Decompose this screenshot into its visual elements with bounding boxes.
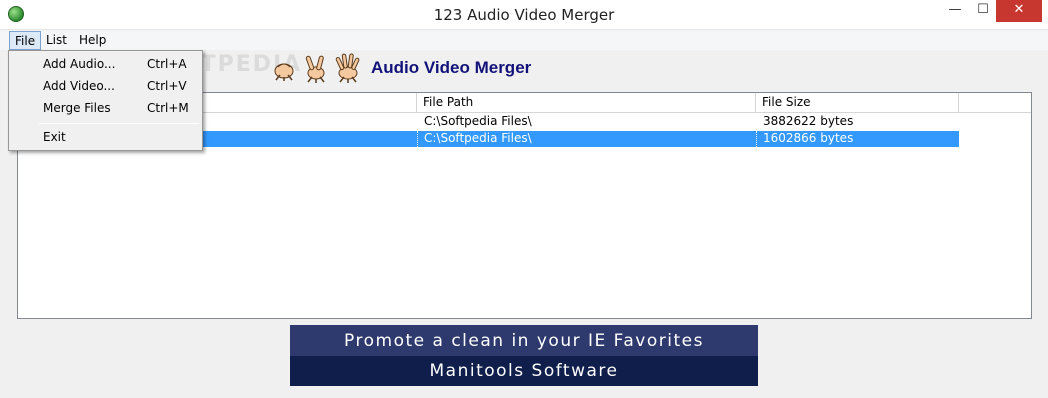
menu-item-shortcut: Ctrl+A <box>147 57 187 71</box>
banner-vendor-text[interactable]: Manitools Software <box>290 356 758 386</box>
cell-file-path: C:\Softpedia Files\ <box>417 131 756 147</box>
ad-banner[interactable]: Promote a clean in your IE Favorites Man… <box>290 325 758 386</box>
cell-file-size: 1602866 bytes <box>756 131 959 147</box>
rock-hand-icon <box>274 63 294 81</box>
banner-promo-text[interactable]: Promote a clean in your IE Favorites <box>290 325 758 356</box>
cell-file-size: 3882622 bytes <box>756 114 959 130</box>
menu-item-label: Add Video... <box>43 79 115 93</box>
menu-item-shortcut: Ctrl+V <box>147 79 187 93</box>
menu-list[interactable]: List <box>41 31 72 50</box>
header-title: Audio Video Merger <box>371 58 532 77</box>
header-hands <box>274 53 360 83</box>
window-title: 123 Audio Video Merger <box>433 6 615 24</box>
menu-item-add-audio[interactable]: Add Audio... Ctrl+A <box>10 53 201 75</box>
menu-file[interactable]: File <box>9 31 42 50</box>
menu-item-add-video[interactable]: Add Video... Ctrl+V <box>10 75 201 97</box>
title-bar: 123 Audio Video Merger — ☐ ✕ <box>0 0 1048 30</box>
close-button[interactable]: ✕ <box>996 0 1042 22</box>
scissors-hand-icon <box>305 55 325 83</box>
column-header-file-path[interactable]: File Path <box>417 93 756 113</box>
minimize-button[interactable]: — <box>940 0 970 22</box>
menu-item-label: Exit <box>43 130 66 144</box>
menu-separator <box>39 123 199 124</box>
column-header-file-size[interactable]: File Size <box>756 93 959 113</box>
menu-item-label: Add Audio... <box>43 57 116 71</box>
cell-file-path: C:\Softpedia Files\ <box>417 114 756 130</box>
maximize-button[interactable]: ☐ <box>970 0 996 22</box>
menu-item-merge-files[interactable]: Merge Files Ctrl+M <box>10 97 201 119</box>
menu-help[interactable]: Help <box>74 31 111 50</box>
file-menu-dropdown: Add Audio... Ctrl+A Add Video... Ctrl+V … <box>8 50 203 151</box>
menu-item-exit[interactable]: Exit <box>10 126 201 148</box>
menu-item-label: Merge Files <box>43 101 111 115</box>
paper-hand-icon <box>335 53 360 83</box>
column-header-extra[interactable] <box>959 93 1031 113</box>
menu-bar: File List Help <box>0 30 1048 50</box>
menu-item-shortcut: Ctrl+M <box>147 101 189 115</box>
